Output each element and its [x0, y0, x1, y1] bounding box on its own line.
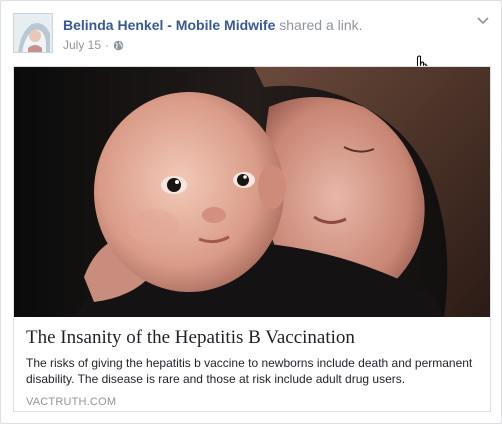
link-text-area[interactable]: The Insanity of the Hepatitis B Vaccinat… [14, 317, 490, 411]
link-title[interactable]: The Insanity of the Hepatitis B Vaccinat… [26, 326, 478, 350]
link-preview-card[interactable]: The Insanity of the Hepatitis B Vaccinat… [13, 66, 491, 412]
avatar-image [14, 14, 52, 52]
globe-icon[interactable] [113, 40, 124, 51]
avatar[interactable] [13, 13, 53, 53]
post-date-link[interactable]: July 15 [63, 37, 101, 53]
post-header: Belinda Henkel - Mobile Midwife shared a… [63, 16, 363, 34]
link-description: The risks of giving the hepatitis b vacc… [26, 356, 473, 386]
author-name-link[interactable]: Belinda Henkel - Mobile Midwife [63, 17, 275, 33]
link-domain: VACTRUTH.COM [26, 396, 117, 408]
feed-post: Belinda Henkel - Mobile Midwife shared a… [0, 0, 502, 424]
chevron-down-icon[interactable] [477, 17, 489, 25]
post-action-text: shared a link. [279, 17, 363, 33]
post-meta: July 15 · [63, 37, 124, 53]
meta-separator: · [105, 38, 110, 52]
mother-and-baby-photo[interactable] [14, 67, 490, 317]
